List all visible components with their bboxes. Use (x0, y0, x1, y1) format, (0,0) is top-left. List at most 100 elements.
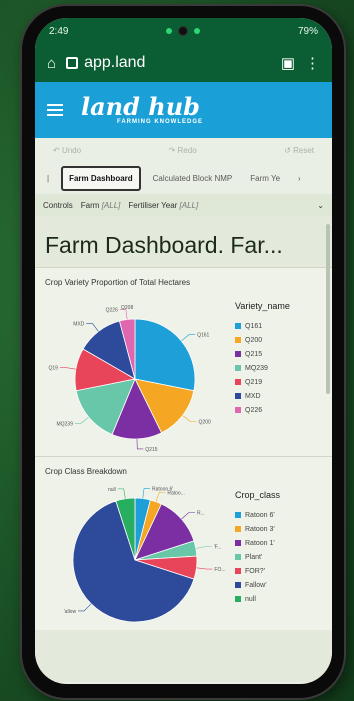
tab-farm-yield[interactable]: Farm Ye (244, 168, 286, 189)
legend-label: Ratoon 3' (245, 525, 275, 533)
undo-button[interactable]: ↶ Undo (53, 146, 81, 155)
legend-swatch (235, 596, 241, 602)
legend-swatch (235, 512, 241, 518)
slice-leader-line (78, 603, 92, 612)
tab-farm-dashboard[interactable]: Farm Dashboard (61, 165, 141, 191)
slice-label: null (108, 487, 116, 493)
legend-item[interactable]: MQ239 (235, 361, 290, 375)
phone-screen: 2:49 79% ⌂ app.land ▣ ⋮ land hub FARMING… (35, 18, 332, 684)
legend-item[interactable]: Ratoon 6' (235, 508, 280, 522)
tabs-scroll-left[interactable]: | (41, 168, 55, 189)
edit-toolbar: ↶ Undo ↷ Redo ↺ Reset (35, 138, 332, 162)
slice-leader-line (196, 567, 213, 570)
legend-item[interactable]: null (235, 592, 280, 606)
slice-label: 'allow (64, 609, 77, 615)
variety-chart-card: Crop Variety Proportion of Total Hectare… (35, 267, 332, 456)
pie-slice-q161[interactable] (134, 318, 196, 392)
slice-label: FO... (214, 567, 225, 573)
slice-leader-line (142, 488, 151, 499)
url-text: app.land (84, 54, 146, 71)
home-icon[interactable]: ⌂ (47, 55, 56, 72)
legend-item[interactable]: Fallow' (235, 578, 280, 592)
slice-leader-line (86, 323, 99, 332)
slice-leader-line (182, 415, 197, 422)
legend-swatch (235, 554, 241, 560)
clock: 2:49 (49, 25, 69, 37)
legend-label: MQ239 (245, 364, 268, 372)
reset-button[interactable]: ↺ Reset (284, 146, 314, 155)
chart-title: Crop Class Breakdown (45, 467, 127, 476)
slice-leader-line (59, 367, 76, 370)
legend-label: Q226 (245, 406, 263, 414)
legend-label: null (245, 595, 256, 603)
chevron-down-icon[interactable]: ⌄ (317, 201, 324, 210)
legend-label: Ratoon 1' (245, 539, 275, 547)
slice-label: Q208 (121, 305, 133, 311)
app-header: land hub FARMING KNOWLEDGE (35, 82, 332, 138)
legend-swatch (235, 526, 241, 532)
legend-item[interactable]: Ratoon 3' (235, 522, 280, 536)
legend-label: Q215 (245, 350, 263, 358)
legend-swatch (235, 365, 241, 371)
farm-filter[interactable]: Farm [ALL] (81, 201, 121, 210)
notification-dot-icon (194, 28, 201, 34)
slice-label: Q226 (106, 308, 118, 314)
slice-leader-line (119, 309, 128, 320)
slice-leader-line (181, 512, 196, 520)
tab-calculated-block-nmp[interactable]: Calculated Block NMP (147, 168, 239, 189)
page-title: Farm Dashboard. Far... (45, 232, 283, 258)
legend-item[interactable]: Plant' (235, 550, 280, 564)
legend-item[interactable]: Q219 (235, 375, 290, 389)
slice-leader-line (195, 546, 212, 549)
fertiliser-year-filter[interactable]: Fertiliser Year [ALL] (128, 201, 198, 210)
legend-item[interactable]: FOR?' (235, 564, 280, 578)
notification-dot-icon (166, 28, 173, 34)
tabs-icon[interactable]: ▣ (281, 54, 295, 72)
legend-label: Q161 (245, 322, 263, 330)
redo-button[interactable]: ↷ Redo (169, 146, 197, 155)
slice-label: Q215 (145, 447, 157, 453)
dashboard-tabs: | Farm Dashboard Calculated Block NMP Fa… (35, 162, 332, 194)
url-field[interactable]: app.land (66, 54, 271, 72)
legend-label: Ratoon 6' (245, 511, 275, 519)
slice-label: Q19 (48, 366, 58, 372)
legend-swatch (235, 582, 241, 588)
tabs-scroll-right-icon[interactable]: › (292, 168, 307, 189)
menu-icon[interactable] (47, 104, 63, 116)
legend-label: Plant' (245, 553, 263, 561)
legend-swatch (235, 351, 241, 357)
more-menu-icon[interactable]: ⋮ (305, 54, 320, 72)
lock-icon (66, 57, 79, 69)
slice-label: 'F... (214, 545, 222, 551)
legend-item[interactable]: Q200 (235, 333, 290, 347)
status-bar: 2:49 79% (35, 18, 332, 44)
legend-swatch (235, 337, 241, 343)
slice-label: MQ239 (56, 421, 73, 427)
front-camera-icon (178, 26, 189, 36)
legend-item[interactable]: Q161 (235, 319, 290, 333)
filter-controls: Controls Farm [ALL] Fertiliser Year [ALL… (35, 194, 332, 216)
slice-label: Q200 (199, 420, 211, 426)
crop-class-legend: Crop_class Ratoon 6' Ratoon 3' Ratoon 1' Pl… (235, 480, 280, 630)
legend-label: FOR?' (245, 567, 266, 575)
variety-pie-chart: Q161 Q200 Q215 MQ239 Q19 MXD Q226 Q208 (48, 305, 211, 453)
browser-url-bar: ⌂ app.land ▣ ⋮ (35, 44, 332, 82)
legend-item[interactable]: Q226 (235, 403, 290, 417)
controls-label: Controls (43, 200, 73, 210)
legend-label: Q219 (245, 378, 263, 386)
legend-item[interactable]: Q215 (235, 347, 290, 361)
crop-class-pie-chart: Ratoon 6'Ratoo...R...'F...FO...'allownul… (64, 487, 226, 623)
dashboard-content: Farm Dashboard. Far... Crop Variety Prop… (35, 216, 332, 682)
slice-leader-line (181, 334, 196, 342)
vertical-scrollbar[interactable] (326, 224, 330, 394)
legend-label: Fallow' (245, 581, 267, 589)
slice-leader-line (74, 416, 89, 424)
legend-label: Q200 (245, 336, 263, 344)
legend-swatch (235, 379, 241, 385)
legend-item[interactable]: MXD (235, 389, 290, 403)
landhub-logo: land hub FARMING KNOWLEDGE (81, 92, 203, 126)
slice-leader-line (136, 438, 144, 450)
legend-item[interactable]: Ratoon 1' (235, 536, 280, 550)
legend-swatch (235, 568, 241, 574)
slice-label: Ratoo... (167, 490, 185, 496)
